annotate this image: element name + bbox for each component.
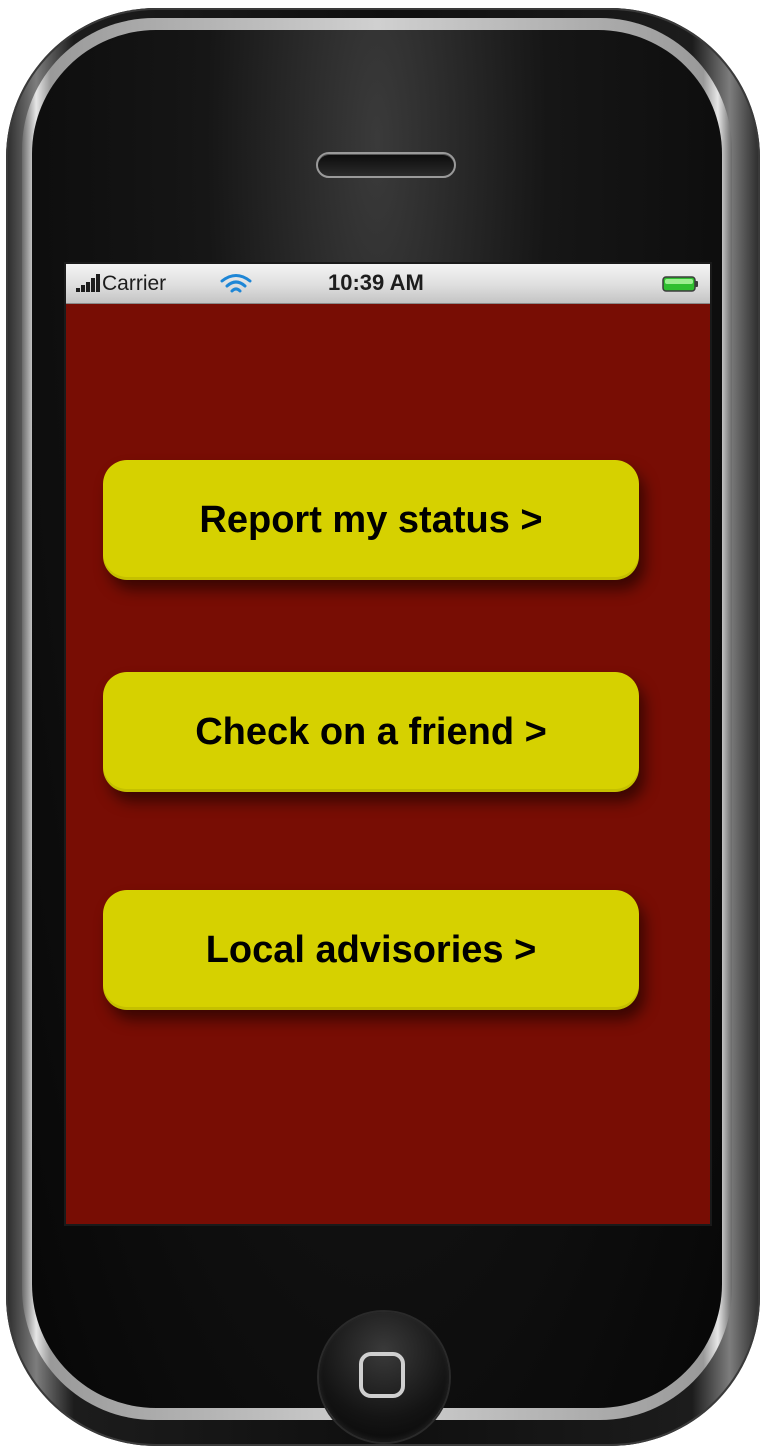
- carrier-label: Carrier: [102, 272, 167, 295]
- local-advisories-button[interactable]: Local advisories >: [103, 890, 639, 1010]
- signal-bars-icon: [76, 274, 102, 292]
- app-screen: Carrier 10:39 AM Report my status > Chec…: [66, 264, 710, 1224]
- check-friend-button-label: Check on a friend >: [195, 710, 547, 753]
- local-advisories-button-label: Local advisories >: [205, 928, 537, 971]
- home-button-icon: [359, 1352, 405, 1398]
- battery-icon: [662, 276, 698, 292]
- check-friend-button[interactable]: Check on a friend >: [103, 672, 639, 792]
- earpiece-speaker: [316, 152, 456, 178]
- status-bar: Carrier 10:39 AM: [66, 264, 710, 304]
- report-status-button[interactable]: Report my status >: [103, 460, 639, 580]
- status-time: 10:39 AM: [328, 270, 424, 295]
- home-button[interactable]: [319, 1312, 449, 1442]
- report-status-button-label: Report my status >: [199, 498, 543, 541]
- wifi-icon: [220, 274, 252, 293]
